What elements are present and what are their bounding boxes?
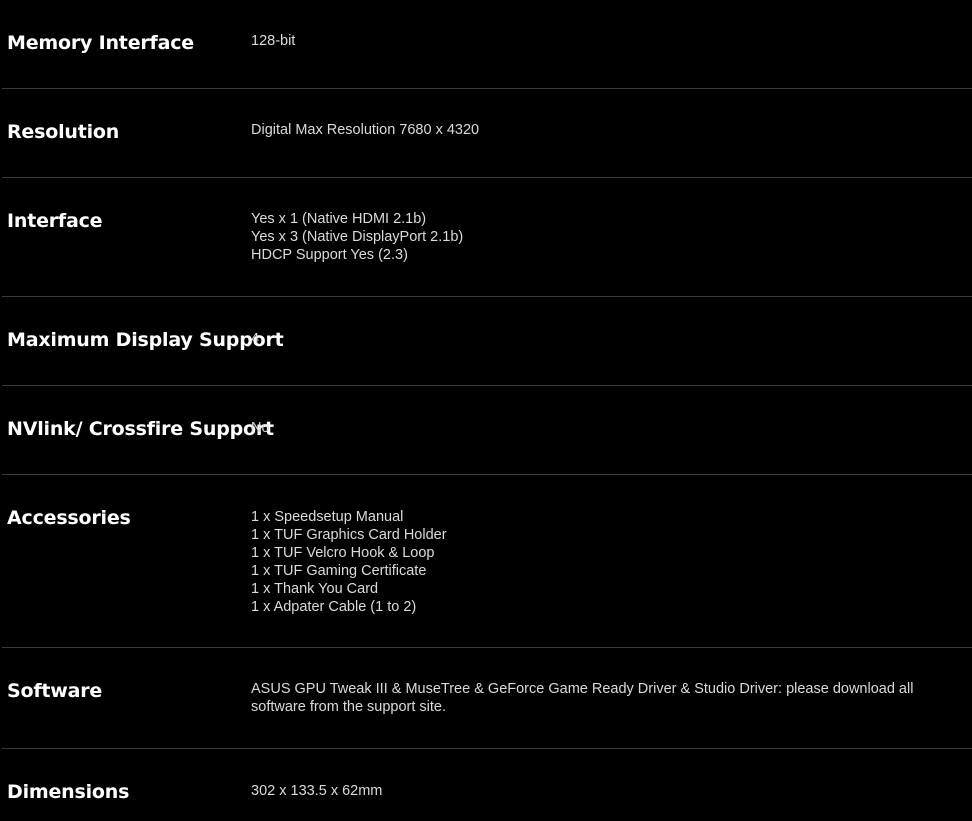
spec-value-memory-interface: 128-bit <box>251 32 956 50</box>
row-divider <box>2 647 972 648</box>
spec-value-line: 302 x 133.5 x 62mm <box>251 783 383 799</box>
spec-value-line: 1 x Speedsetup Manual <box>251 509 404 525</box>
spec-value-line: 128-bit <box>251 33 296 49</box>
row-divider <box>2 88 972 89</box>
row-divider <box>2 177 972 178</box>
spec-value-line: No <box>251 420 270 436</box>
spec-label-software: Software <box>7 680 103 702</box>
spec-label-maximum-display-support: Maximum Display Support <box>7 329 284 351</box>
spec-value-line: 1 x TUF Gaming Certificate <box>251 563 427 579</box>
spec-value-line: 1 x TUF Velcro Hook & Loop <box>251 545 435 561</box>
row-divider <box>2 296 972 297</box>
spec-value-maximum-display-support: 4 <box>251 330 956 348</box>
spec-label-nvlink-crossfire-support: NVlink/ Crossfire Support <box>7 418 274 440</box>
spec-value-accessories: 1 x Speedsetup Manual 1 x TUF Graphics C… <box>251 508 956 616</box>
spec-value-line: Yes x 1 (Native HDMI 2.1b) <box>251 211 427 227</box>
spec-label-memory-interface: Memory Interface <box>7 32 194 54</box>
spec-value-line: 1 x Thank You Card <box>251 581 379 597</box>
spec-value-line: Yes x 3 (Native DisplayPort 2.1b) <box>251 229 464 245</box>
spec-value-line: Digital Max Resolution 7680 x 4320 <box>251 122 480 138</box>
spec-label-dimensions: Dimensions <box>7 781 130 803</box>
spec-value-dimensions: 302 x 133.5 x 62mm <box>251 782 956 800</box>
spec-value-software: ASUS GPU Tweak III & MuseTree & GeForce … <box>251 680 956 716</box>
row-divider <box>2 385 972 386</box>
spec-label-accessories: Accessories <box>7 507 131 529</box>
row-divider <box>2 474 972 475</box>
spec-value-resolution: Digital Max Resolution 7680 x 4320 <box>251 121 956 139</box>
spec-value-nvlink-crossfire-support: No <box>251 419 956 437</box>
row-divider <box>2 748 972 749</box>
spec-value-line: 4 <box>251 331 260 347</box>
spec-label-resolution: Resolution <box>7 121 120 143</box>
spec-value-line: 1 x Adpater Cable (1 to 2) <box>251 599 417 615</box>
spec-label-interface: Interface <box>7 210 103 232</box>
spec-value-interface: Yes x 1 (Native HDMI 2.1b) Yes x 3 (Nati… <box>251 210 956 264</box>
spec-value-line: HDCP Support Yes (2.3) <box>251 247 408 263</box>
spec-value-line: ASUS GPU Tweak III & MuseTree & GeForce … <box>251 681 914 715</box>
spec-value-line: 1 x TUF Graphics Card Holder <box>251 527 447 543</box>
